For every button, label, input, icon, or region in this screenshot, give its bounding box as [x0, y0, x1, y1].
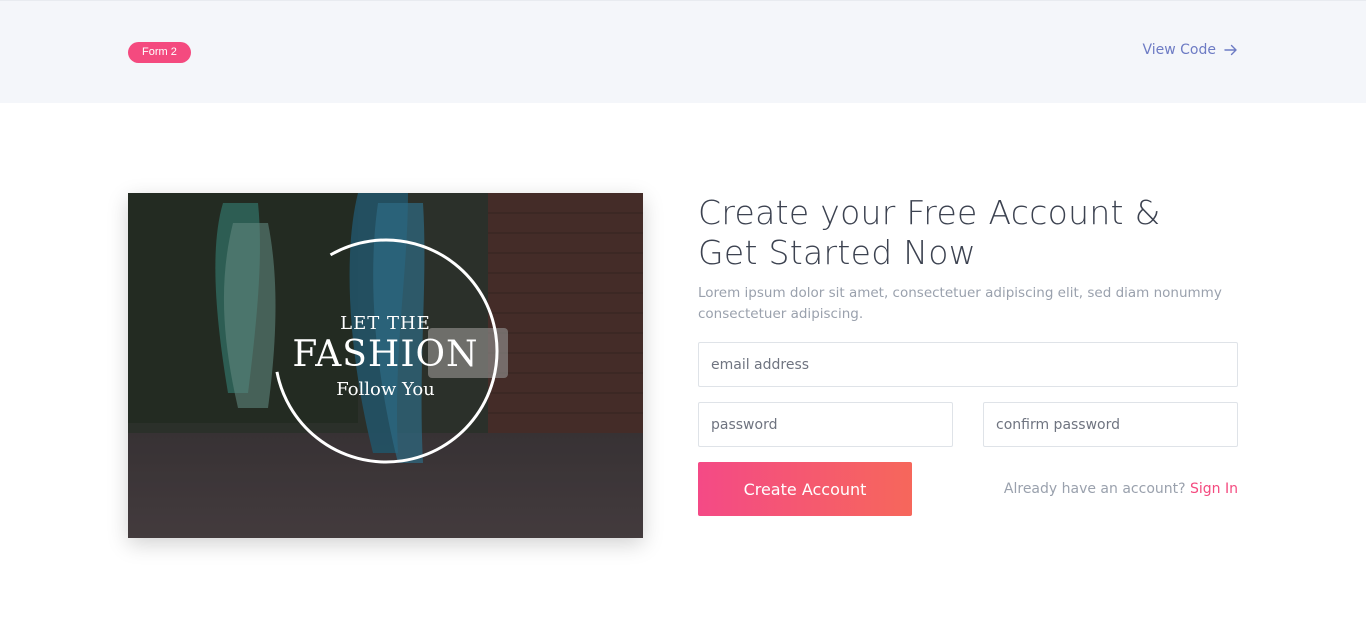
signin-prompt: Already have an account? Sign In: [1004, 481, 1238, 497]
form-subtitle: Lorem ipsum dolor sit amet, consectetuer…: [698, 283, 1238, 325]
top-bar: Form 2 View Code: [0, 0, 1366, 103]
hero-overlay-text: LET THE FASHION Follow You: [128, 193, 643, 538]
form-title-line-1: Create your Free Account &: [698, 193, 1161, 232]
create-account-button[interactable]: Create Account: [698, 462, 912, 516]
form-badge: Form 2: [128, 42, 191, 63]
arrow-right-icon: [1224, 44, 1238, 56]
view-code-label: View Code: [1142, 42, 1216, 58]
signin-link[interactable]: Sign In: [1190, 481, 1238, 497]
confirm-password-field[interactable]: [983, 402, 1238, 447]
hero-line-1: LET THE: [340, 313, 431, 334]
form-title-line-2: Get Started Now: [698, 233, 977, 272]
form-subtitle-line-1: Lorem ipsum dolor sit amet, consectetuer…: [698, 285, 1222, 301]
form-subtitle-line-2: consectetuer adipiscing.: [698, 306, 864, 322]
signup-form: Create your Free Account & Get Started N…: [698, 193, 1238, 516]
signin-prompt-text: Already have an account?: [1003, 481, 1186, 497]
email-field[interactable]: [698, 342, 1238, 387]
hero-image: LET THE FASHION Follow You: [128, 193, 643, 538]
password-field[interactable]: [698, 402, 953, 447]
view-code-link[interactable]: View Code: [1142, 42, 1238, 58]
form-title: Create your Free Account & Get Started N…: [698, 193, 1238, 273]
hero-line-2: FASHION: [292, 334, 479, 375]
hero-line-3: Follow You: [336, 379, 435, 400]
